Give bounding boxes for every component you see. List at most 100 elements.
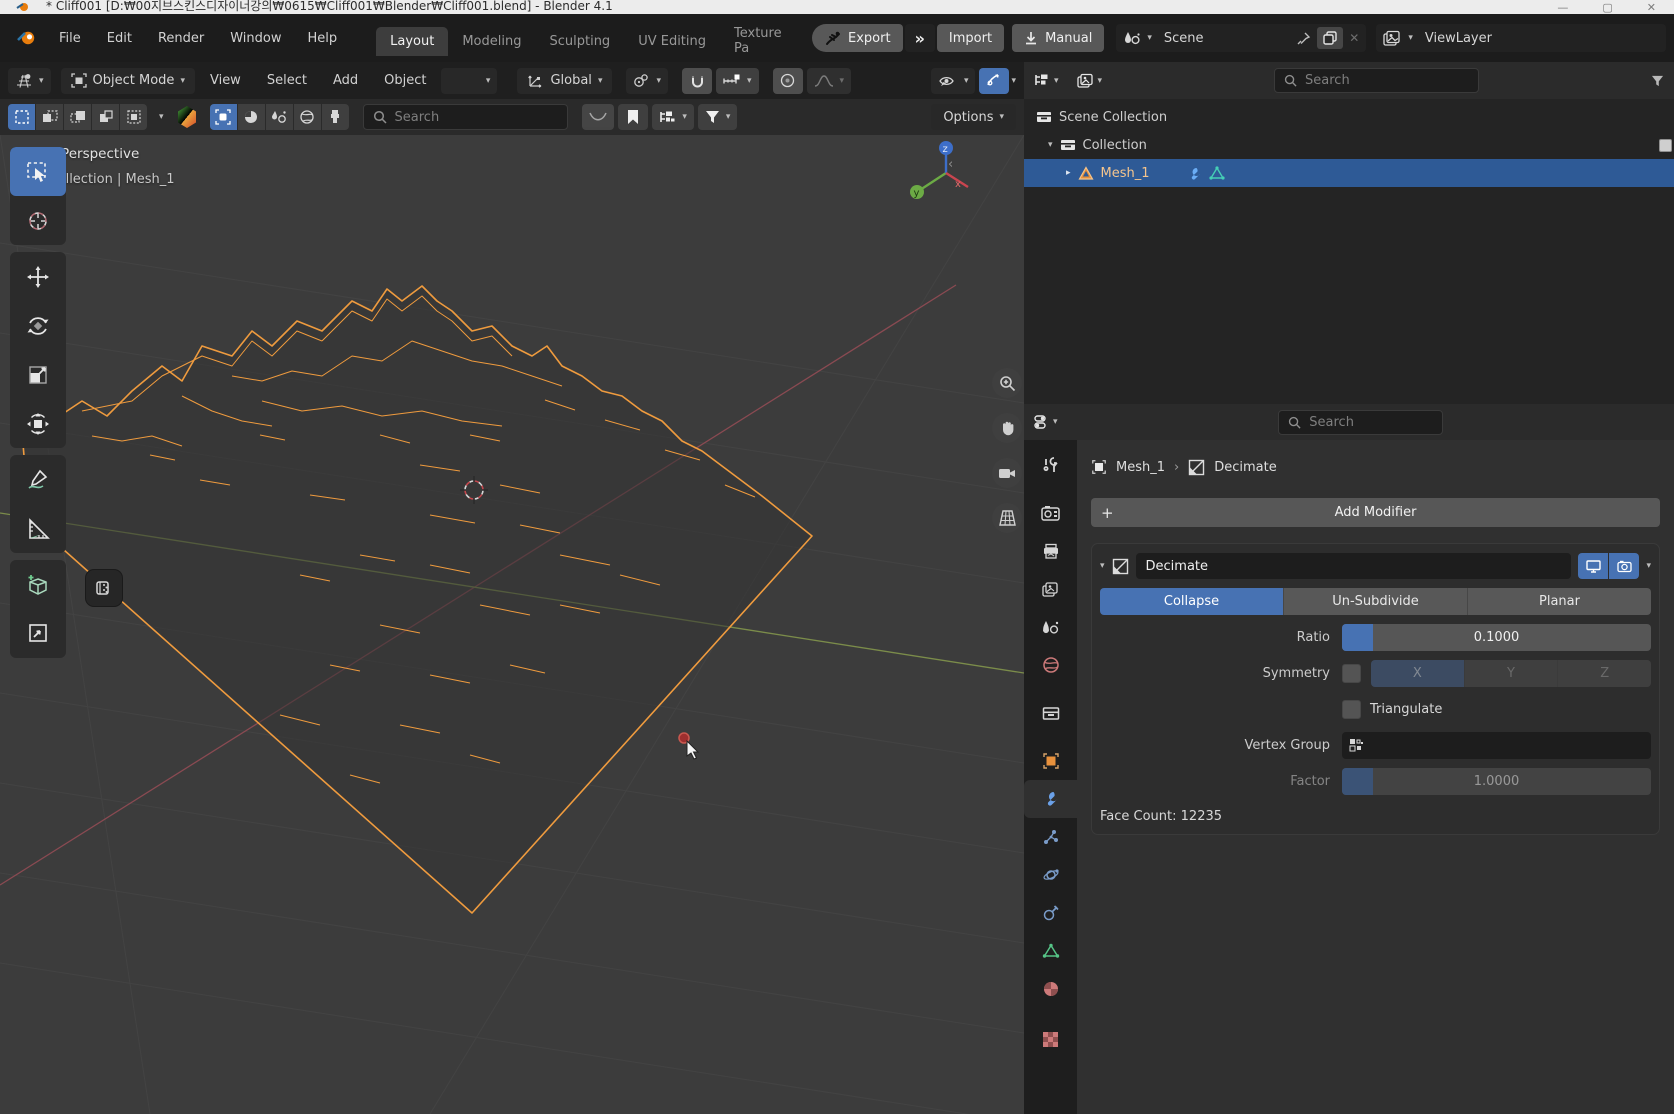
collection-exclude-checkbox[interactable] [1659,139,1672,152]
tab-scene[interactable] [1024,608,1077,646]
properties-search-input[interactable]: Search [1278,410,1443,435]
menu-object[interactable]: Object [373,68,437,93]
snap-toggle[interactable] [682,68,712,94]
chevron-down-icon[interactable]: ▾ [1048,140,1053,150]
tab-object-data[interactable] [1024,932,1077,970]
blender-menu-icon[interactable] [16,28,38,48]
tool-select-box[interactable] [10,147,66,196]
tab-collection-props[interactable] [1024,694,1077,732]
properties-editor-type-button[interactable]: ▾ [1034,414,1058,430]
tab-view-layer[interactable] [1024,570,1077,608]
outliner-editor-type-button[interactable]: ▾ [1034,73,1059,88]
tab-texture-paint[interactable]: Texture Pa [720,19,812,63]
tab-physics[interactable] [1024,856,1077,894]
orientation-dropdown[interactable]: Global ▾ [517,68,612,94]
menu-view[interactable]: View [199,68,252,93]
shading-material-button[interactable] [238,104,265,130]
modifier-name-field[interactable]: Decimate [1136,553,1572,579]
axis-x-button[interactable]: X [1371,660,1465,687]
import-chevrons-icon[interactable]: » [905,24,935,52]
tab-modeling[interactable]: Modeling [448,27,535,56]
vertex-group-field[interactable] [1342,732,1651,759]
decimate-panel-header[interactable]: ▾ Decimate ▾ [1100,550,1651,582]
os-title-bar[interactable]: * Cliff001 [D:₩00지브스킨스디자이너강의₩0615₩Cliff0… [0,0,1674,14]
tool-scale[interactable] [10,350,66,399]
viewport-3d[interactable]: y z x User Perspective (1) Collection | … [0,135,1024,1114]
mode-dropdown[interactable]: Object Mode ▾ [61,68,195,94]
tool-cursor[interactable] [10,196,66,245]
close-icon[interactable]: ✕ [1647,1,1656,14]
menu-edit[interactable]: Edit [94,25,145,52]
bookmark-button[interactable] [618,104,648,130]
tab-collapse[interactable]: Collapse [1100,588,1284,615]
menu-select[interactable]: Select [256,68,318,93]
outliner-row-scene-collection[interactable]: Scene Collection [1024,103,1674,131]
select-mode-subtract[interactable] [64,104,91,130]
tab-planar[interactable]: Planar [1468,588,1651,615]
curve-falloff-button[interactable] [582,104,614,130]
pivot-dropdown[interactable]: ▾ [626,68,668,94]
options-dropdown[interactable]: Options ▾ [931,104,1016,130]
matcap-sphere-icon[interactable] [176,105,198,129]
zoom-button[interactable] [992,368,1022,398]
collections-visibility-dropdown[interactable]: ▾ [652,104,694,130]
tool-move[interactable] [10,252,66,301]
tab-texture[interactable] [1024,1020,1077,1058]
chevron-down-icon[interactable]: ▾ [1100,561,1105,571]
shading-solid-button[interactable] [210,104,237,130]
view-layer-selector[interactable]: ▾ ViewLayer [1376,24,1666,52]
tab-sculpting[interactable]: Sculpting [535,27,624,56]
texture-paint-button[interactable] [322,104,349,130]
tab-material[interactable] [1024,970,1077,1008]
tool-annotate[interactable] [10,455,66,504]
pin-icon[interactable] [1296,31,1311,46]
display-render-toggle[interactable] [1609,553,1639,579]
symmetry-checkbox[interactable] [1342,664,1361,683]
modifier-extras-dropdown[interactable]: ▾ [1646,561,1651,571]
maximize-icon[interactable]: ▢ [1602,1,1612,14]
tab-render[interactable] [1024,494,1077,532]
tab-object[interactable] [1024,742,1077,780]
navigation-gizmo[interactable]: y z x [910,141,968,199]
outliner-display-mode-button[interactable]: ▾ [1077,73,1103,88]
tab-unsubdivide[interactable]: Un-Subdivide [1284,588,1468,615]
menu-window[interactable]: Window [217,25,294,52]
triangulate-checkbox[interactable] [1342,700,1361,719]
factor-slider[interactable]: 1.0000 [1342,768,1651,795]
proportional-editing-toggle[interactable] [773,68,803,94]
menu-help[interactable]: Help [295,25,351,52]
scene-selector[interactable]: ▾ Scene ✕ [1116,24,1366,52]
snap-target-dropdown[interactable]: ▾ [716,68,759,94]
select-mode-invert[interactable] [92,104,119,130]
select-mode-new[interactable] [8,104,35,130]
tool-search-input[interactable]: Search [363,104,569,130]
tab-uv-editing[interactable]: UV Editing [624,27,720,56]
show-overlays-dropdown[interactable]: ▾ [931,68,976,94]
shading-rendered-button[interactable] [294,104,321,130]
tab-world[interactable] [1024,646,1077,684]
chevron-down-icon[interactable]: ▾ [1011,76,1016,86]
tab-particles[interactable] [1024,818,1077,856]
menu-file[interactable]: File [46,25,94,52]
tab-tool[interactable] [1024,446,1077,484]
shading-preview-button[interactable] [266,104,293,130]
menu-render[interactable]: Render [145,25,217,52]
pan-hand-button[interactable] [992,413,1022,443]
terrain-mesh[interactable] [22,286,812,913]
axis-z-button[interactable]: Z [1558,660,1651,687]
delete-scene-icon[interactable]: ✕ [1349,31,1359,45]
tool-options-dropdown[interactable]: ▾ [441,68,497,94]
funnel-icon[interactable] [1651,75,1664,87]
tool-rotate[interactable] [10,301,66,350]
export-button[interactable]: Export [812,24,903,52]
axis-y-button[interactable]: Y [1465,660,1559,687]
tab-layout[interactable]: Layout [376,27,448,56]
breadcrumb-object[interactable]: Mesh_1 [1116,460,1165,475]
outliner-row-collection[interactable]: ▾ Collection [1024,131,1674,159]
camera-view-button[interactable] [992,458,1022,488]
falloff-dropdown[interactable]: ▾ [807,68,852,94]
minimize-icon[interactable]: — [1557,1,1568,14]
tool-add-cube[interactable] [10,560,66,609]
add-modifier-button[interactable]: + Add Modifier [1091,498,1660,527]
chevron-down-icon[interactable]: ▾ [159,112,164,122]
